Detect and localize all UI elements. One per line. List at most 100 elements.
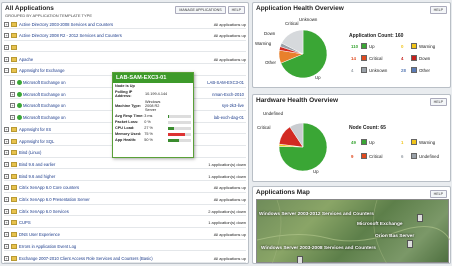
- expand-icon[interactable]: +: [4, 150, 9, 156]
- status-undefined-icon: [411, 153, 417, 159]
- expand-icon[interactable]: +: [4, 197, 9, 202]
- collapse-icon[interactable]: −: [4, 68, 9, 74]
- map-label[interactable]: Orion Bas Server: [375, 234, 414, 239]
- legend-label: Critical: [369, 153, 383, 159]
- expand-icon[interactable]: +: [4, 161, 9, 167]
- legend-item[interactable]: 14 Critical: [351, 55, 382, 61]
- legend-item[interactable]: 4 Unknown: [351, 67, 387, 73]
- legend-item[interactable]: 6 Undefined: [401, 153, 439, 159]
- hardware-health-pie[interactable]: Undefined Critical Up: [255, 107, 335, 179]
- expand-icon[interactable]: +: [10, 115, 15, 121]
- legend-label: Warning: [419, 139, 436, 145]
- pie-label: Unknown: [299, 17, 318, 22]
- list-item[interactable]: + Bind 9.6 and higher 1 application(s) dow…: [4, 172, 246, 182]
- help-button[interactable]: HELP: [227, 6, 245, 14]
- expand-icon[interactable]: +: [4, 173, 9, 179]
- application-name[interactable]: DNS User Experience: [19, 232, 212, 237]
- folder-icon: [11, 150, 17, 156]
- application-status: All applications up: [213, 255, 246, 261]
- map-canvas[interactable]: Windows Server 2003-2012 Services and Co…: [256, 199, 450, 263]
- expand-icon[interactable]: +: [4, 220, 9, 226]
- manage-applications-button[interactable]: MANAGE APPLICATIONS: [175, 6, 226, 14]
- list-item[interactable]: + Active Directory 2008 R2 - 2012 Service…: [4, 32, 246, 41]
- status-critical-icon: [361, 55, 367, 61]
- legend-label: Down: [419, 55, 431, 61]
- application-name[interactable]: Active Directory 2008 R2 - 2012 Services…: [19, 33, 212, 38]
- map-label[interactable]: Windows Server 2003-2008 Services and Co…: [261, 246, 376, 251]
- list-item[interactable]: + DNS User Experience All applications up: [4, 231, 246, 240]
- list-item[interactable]: + Citrix XenApp 6.0 Presentation Server Al…: [4, 196, 246, 205]
- node-link[interactable]: sys-2k3-live: [222, 103, 244, 108]
- list-item[interactable]: +: [4, 43, 246, 53]
- expand-icon[interactable]: +: [4, 232, 9, 238]
- legend-item[interactable]: 9 Critical: [351, 153, 382, 159]
- expand-icon[interactable]: +: [10, 103, 15, 109]
- application-name[interactable]: Citrix XenApp 6.0 Presentation Server: [19, 197, 212, 202]
- node-link[interactable]: nman-Exch-2010: [212, 92, 244, 97]
- application-name[interactable]: Bind 9.6 and earlier: [19, 162, 206, 167]
- node-link[interactable]: lab-exch-dag-01: [214, 115, 244, 120]
- expand-icon[interactable]: +: [4, 126, 9, 132]
- expand-icon[interactable]: +: [4, 44, 9, 50]
- expand-icon[interactable]: +: [4, 243, 9, 249]
- status-down-icon: [411, 55, 417, 61]
- list-item[interactable]: + Exchange 2007-2010 Client Access Role S…: [4, 254, 246, 263]
- folder-icon: [11, 138, 17, 144]
- progress-bar: [167, 114, 191, 118]
- application-name[interactable]: Apache: [19, 57, 212, 62]
- folder-icon: [11, 243, 17, 249]
- folder-icon: [11, 68, 17, 74]
- map-label[interactable]: Microsoft Exchange: [357, 222, 403, 227]
- legend-item[interactable]: 1 Warning: [401, 139, 435, 145]
- tooltip-label: Polling IP Address:: [115, 90, 133, 98]
- legend-item[interactable]: 0 Warning: [401, 43, 435, 49]
- list-item[interactable]: + CUPS 1 application(s) down: [4, 219, 246, 228]
- application-name[interactable]: Citrix XenApp 6.0 Core counters: [19, 185, 212, 190]
- folder-icon: [11, 161, 17, 167]
- legend-item[interactable]: 28 Other: [401, 67, 430, 73]
- help-button[interactable]: HELP: [429, 98, 447, 106]
- expand-icon[interactable]: +: [4, 185, 9, 191]
- list-item[interactable]: + Citrix XenApp 6.0 Core counters All appl…: [4, 184, 246, 193]
- expand-icon[interactable]: +: [4, 138, 9, 144]
- list-item[interactable]: + Bind 9.6 and earlier 1 application(s) do…: [4, 160, 246, 170]
- legend-count: 9: [351, 153, 354, 159]
- application-name[interactable]: CUPS: [19, 220, 206, 225]
- legend-count: 4: [351, 67, 354, 73]
- expand-icon[interactable]: +: [4, 255, 9, 261]
- server-icon[interactable]: [297, 256, 303, 263]
- status-up-icon: [17, 115, 22, 121]
- status-other-icon: [411, 67, 417, 73]
- expand-icon[interactable]: +: [4, 21, 9, 27]
- list-item[interactable]: + Citrix XenApp 6.0 Services 2 application…: [4, 207, 246, 217]
- legend-item[interactable]: 4 Down: [401, 55, 430, 61]
- application-name[interactable]: Bind 9.6 and higher: [19, 174, 206, 179]
- panel-title: Application Health Overview: [256, 5, 344, 12]
- application-name[interactable]: Active Directory 2003-2008 Services and …: [19, 22, 212, 27]
- server-icon[interactable]: [417, 214, 423, 222]
- application-status: 2 application(s) down: [208, 208, 246, 214]
- application-health-pie[interactable]: CriticalUnknown Down Warning Other Up: [255, 16, 335, 86]
- help-button[interactable]: HELP: [429, 6, 447, 14]
- server-icon[interactable]: [407, 240, 413, 248]
- expand-icon[interactable]: +: [10, 80, 15, 85]
- tooltip-value: 50 %: [144, 138, 153, 142]
- list-item[interactable]: + Active Directory 2003-2008 Services and…: [4, 20, 246, 29]
- application-count: Application Count: 160: [349, 33, 404, 39]
- expand-icon[interactable]: +: [4, 56, 9, 62]
- legend-item[interactable]: 49 Up: [351, 139, 375, 145]
- expand-icon[interactable]: +: [4, 33, 9, 39]
- map-label[interactable]: Windows Server 2003-2012 Services and Co…: [259, 212, 374, 217]
- list-item[interactable]: + Errors in Application Event Log: [4, 242, 246, 252]
- application-name[interactable]: Errors in Application Event Log: [19, 244, 244, 249]
- list-item[interactable]: + Apache All applications up: [4, 55, 246, 65]
- legend-item[interactable]: 110 Up: [351, 43, 375, 49]
- expand-icon[interactable]: +: [10, 91, 15, 97]
- node-link[interactable]: LAB-SAM-EXC3-01: [207, 80, 244, 85]
- help-button[interactable]: HELP: [429, 190, 447, 198]
- application-name[interactable]: Citrix XenApp 6.0 Services: [19, 209, 206, 214]
- application-name[interactable]: Exchange 2007-2010 Client Access Role Se…: [19, 256, 212, 261]
- legend-label: Warning: [419, 43, 436, 49]
- status-warning-icon: [411, 43, 417, 49]
- expand-icon[interactable]: +: [4, 208, 9, 214]
